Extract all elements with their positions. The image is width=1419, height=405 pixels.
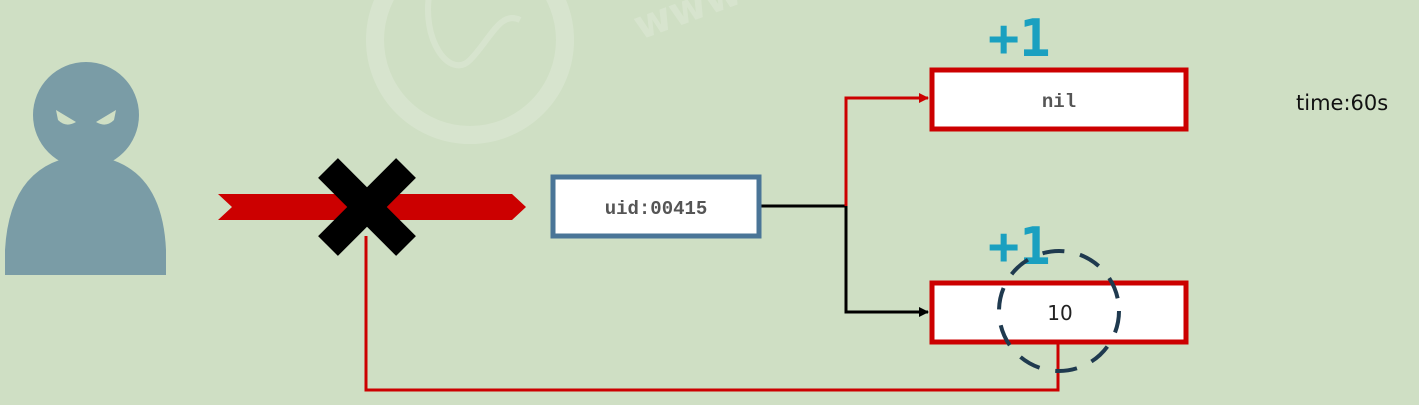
bottom-counter-label: 10 [1047,301,1072,325]
ttl-label: time:60s [1296,91,1388,115]
connector-to-bottom [844,206,929,317]
top-increment: +1 [988,9,1051,69]
attacker-person-icon [5,62,166,275]
connector-to-top [844,93,929,206]
rate-limit-diagram: www uid:00415 nil +1 10 +1 time:60s [5,0,1388,392]
top-counter-label: nil [1042,91,1076,113]
watermark: www [366,0,748,144]
uid-label: uid:00415 [605,198,708,220]
watermark-text: www [628,0,748,49]
